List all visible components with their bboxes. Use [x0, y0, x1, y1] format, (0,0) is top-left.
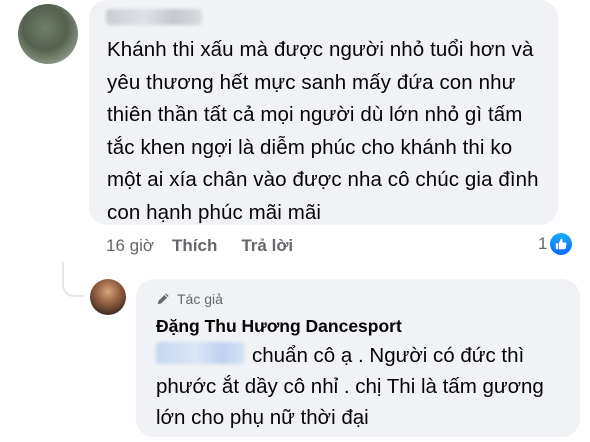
reply-author-name[interactable]: Đặng Thu Hương Dancesport — [156, 316, 402, 337]
author-badge-label: Tác giả — [177, 291, 223, 307]
reply-button[interactable]: Trả lời — [241, 236, 293, 256]
author-avatar[interactable] — [90, 279, 126, 315]
author-badge: Tác giả — [156, 291, 223, 307]
like-button[interactable]: Thích — [172, 236, 217, 256]
comment-actions: 16 giờ Thích Trả lời — [106, 235, 293, 257]
comment-timestamp[interactable]: 16 giờ — [106, 236, 154, 256]
reaction-count: 1 — [538, 234, 548, 253]
like-icon — [550, 233, 573, 255]
commenter-name-blurred[interactable] — [106, 9, 202, 25]
reaction-summary[interactable]: 1 — [538, 233, 573, 255]
pen-icon — [157, 293, 169, 305]
reply-text: chuẩn cô ạ . Người có đức thì phước ắt d… — [156, 344, 544, 429]
commenter-avatar[interactable] — [18, 4, 78, 64]
thread-connector — [62, 262, 84, 297]
reply-text-container: chuẩn cô ạ . Người có đức thì phước ắt d… — [156, 340, 566, 433]
comment-text: Khánh thi xấu mà được người nhỏ tuổi hơn… — [107, 38, 539, 224]
